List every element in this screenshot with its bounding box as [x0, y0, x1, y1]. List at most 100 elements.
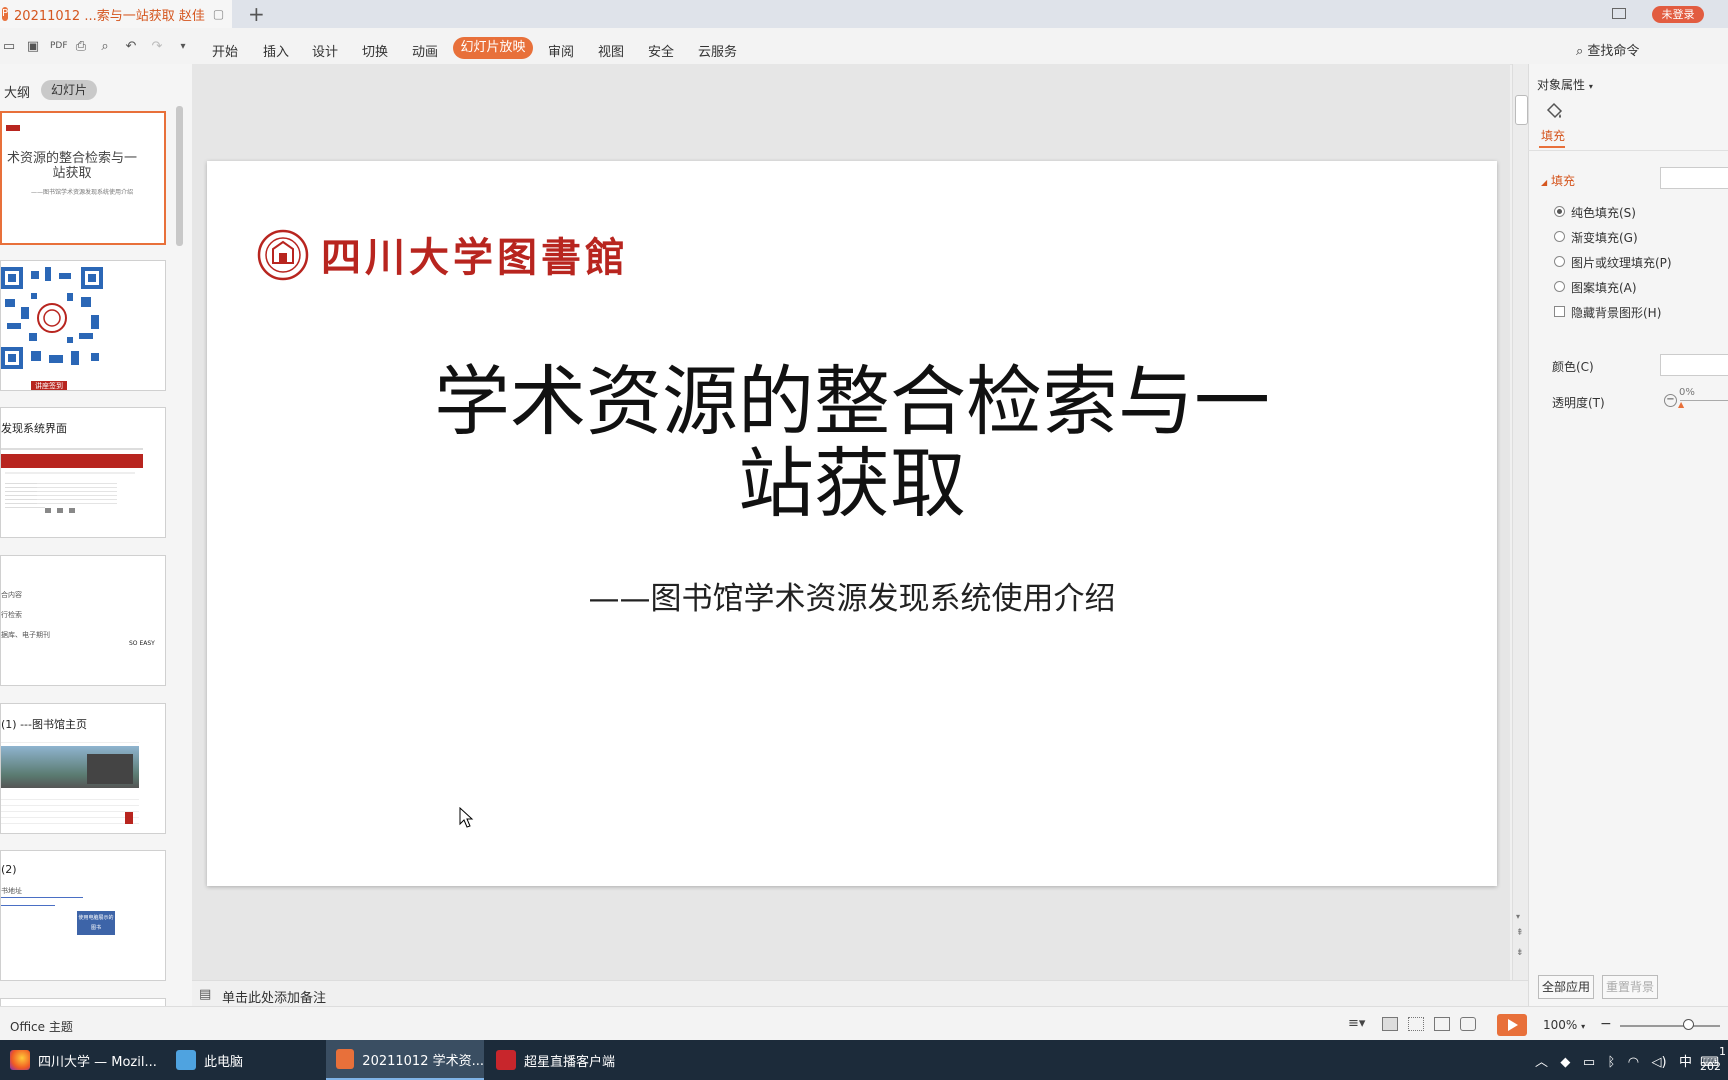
checkbox-hide-background[interactable] [1554, 306, 1565, 317]
menu-bar [0, 28, 1728, 65]
new-tab-plus-icon[interactable]: + [248, 2, 265, 26]
menu-slideshow[interactable]: 幻灯片放映 [453, 37, 533, 59]
scroll-down-icon[interactable]: ▾ [1516, 912, 1520, 921]
tab-present-icon[interactable]: ▢ [213, 7, 224, 21]
open-icon[interactable]: ▭ [2, 40, 16, 53]
document-tab[interactable]: P 20211012 ...索与一站获取 赵佳 ▢ [0, 0, 232, 28]
slide-title[interactable]: 学术资源的整合检索与一 站获取 [207, 361, 1497, 525]
fill-bucket-icon[interactable] [1544, 100, 1564, 120]
slide-thumbnail-4[interactable]: 合内容 行检索 据库、电子期刊 SO EASY [0, 555, 166, 686]
tray-expand-icon[interactable]: ︿ [1535, 1055, 1548, 1070]
taskbar-firefox[interactable]: 四川大学 — Mozil... [0, 1040, 166, 1080]
radio-picture-fill[interactable] [1554, 256, 1565, 267]
notes-pane[interactable] [192, 980, 1528, 1007]
thumb-title: (2) [1, 863, 17, 876]
menu-home[interactable]: 开始 [212, 41, 238, 60]
chevron-down-icon: ▾ [1588, 82, 1593, 91]
menu-insert[interactable]: 插入 [263, 41, 289, 60]
radio-solid-fill[interactable] [1554, 206, 1565, 217]
thumb-line: 书地址 [1, 887, 22, 895]
object-properties-header[interactable]: 对象属性 ▾ [1537, 76, 1593, 93]
zoom-out-icon[interactable]: − [1600, 1016, 1612, 1032]
reset-background-button[interactable]: 重置背景 [1602, 975, 1658, 999]
menu-design[interactable]: 设计 [312, 41, 338, 60]
transparency-slider[interactable] [1680, 400, 1728, 401]
menu-animation[interactable]: 动画 [412, 41, 438, 60]
tab-fill[interactable]: 填充 [1541, 127, 1565, 144]
slide-thumbnail-2[interactable]: 讲座签到 [0, 260, 166, 391]
undo-icon[interactable]: ↶ [124, 40, 138, 53]
battery-icon[interactable]: ▭ [1583, 1055, 1595, 1070]
slide-thumbnail-6[interactable]: (2) 书地址 使用电脑展示的图书 [0, 850, 166, 981]
slide-thumbnail-7[interactable] [0, 998, 166, 1006]
zoom-level[interactable]: 100% ▾ [1543, 1018, 1585, 1032]
network-icon[interactable]: ◠ [1628, 1055, 1639, 1070]
option-solid-fill[interactable]: 纯色填充(S) [1571, 204, 1636, 221]
taskbar-item-label: 20211012 学术资... [362, 1053, 484, 1069]
redo-icon[interactable]: ↷ [150, 40, 164, 53]
slide-thumbnail-1[interactable]: 术资源的整合检索与一站获取 ——图书馆学术资源发现系统使用介绍 [0, 111, 166, 245]
transparency-decrease-icon[interactable]: − [1664, 394, 1677, 407]
customize-arrow-icon[interactable]: ▾ [176, 40, 190, 53]
apply-all-button[interactable]: 全部应用 [1538, 975, 1594, 999]
play-slideshow-button[interactable] [1497, 1014, 1527, 1036]
menu-security[interactable]: 安全 [648, 41, 674, 60]
print-preview-icon[interactable]: ⌕ [98, 40, 112, 53]
slide-sorter-icon[interactable] [1408, 1017, 1424, 1031]
taskbar-presentation[interactable]: 20211012 学术资... [326, 1040, 484, 1080]
presenter-view-icon[interactable] [1460, 1017, 1476, 1031]
zoom-slider-knob[interactable] [1683, 1019, 1694, 1030]
zoom-slider[interactable] [1620, 1025, 1720, 1027]
color-picker[interactable] [1660, 354, 1728, 376]
thumb-button: 使用电脑展示的图书 [77, 911, 115, 935]
radio-pattern-fill[interactable] [1554, 281, 1565, 292]
pdf-icon[interactable]: PDF [50, 40, 68, 53]
slide-thumbnail-5[interactable]: (1) ---图书馆主页 [0, 703, 166, 834]
current-slide[interactable]: 四川大学图書館 学术资源的整合检索与一 站获取 ——图书馆学术资源发现系统使用介… [207, 161, 1497, 886]
slide-subtitle[interactable]: ——图书馆学术资源发现系统使用介绍 [207, 573, 1497, 618]
menu-cloud[interactable]: 云服务 [698, 41, 737, 60]
checkin-badge: 讲座签到 [31, 381, 67, 390]
find-command[interactable]: ⌕ 查找命令 [1576, 40, 1639, 59]
fill-dropdown[interactable] [1660, 167, 1728, 189]
thumbnail-scrollbar[interactable] [176, 106, 183, 246]
taskbar-this-pc[interactable]: 此电脑 [166, 1040, 322, 1080]
option-pattern-fill[interactable]: 图案填充(A) [1571, 279, 1637, 296]
ime-indicator[interactable]: 中 [1679, 1055, 1692, 1070]
volume-icon[interactable]: ◁) [1652, 1055, 1667, 1070]
transparency-slider-knob[interactable]: ▲ [1678, 400, 1684, 409]
tab-slides[interactable]: 幻灯片 [41, 80, 97, 100]
clock[interactable]: 1 202 [1700, 1044, 1726, 1074]
next-slide-icon[interactable]: ⇟ [1516, 948, 1524, 958]
reading-view-icon[interactable] [1434, 1017, 1450, 1031]
canvas-vertical-scrollbar[interactable] [1512, 64, 1529, 980]
fill-section-header[interactable]: ◢ 填充 [1541, 172, 1575, 189]
tab-outline[interactable]: 大纲 [4, 82, 30, 101]
slide-thumbnail-3[interactable]: 发现系统界面 [0, 407, 166, 538]
menu-review[interactable]: 审阅 [548, 41, 574, 60]
normal-view-icon[interactable] [1382, 1017, 1398, 1031]
login-button[interactable]: 未登录 [1652, 6, 1704, 23]
library-logo-text: 四川大学图書館 [321, 234, 629, 281]
thumb-dot [45, 508, 51, 513]
slide-title-line-1: 学术资源的整合检索与一 [434, 357, 1270, 446]
tray-app-icon[interactable]: ◆ [1560, 1055, 1570, 1070]
document-tab-title: 20211012 ...索与一站获取 赵佳 [14, 8, 205, 24]
option-hide-background[interactable]: 隐藏背景图形(H) [1571, 304, 1661, 321]
print-icon[interactable]: ⎙ [74, 40, 88, 53]
menu-transition[interactable]: 切换 [362, 41, 388, 60]
scrollbar-thumb[interactable] [1515, 95, 1528, 125]
option-picture-fill[interactable]: 图片或纹理填充(P) [1571, 254, 1672, 271]
option-gradient-fill[interactable]: 渐变填充(G) [1571, 229, 1638, 246]
window-layout-icon[interactable] [1612, 8, 1626, 19]
notes-placeholder[interactable]: 单击此处添加备注 [222, 987, 326, 1006]
notes-icon: ▤ [199, 987, 212, 1002]
bluetooth-icon[interactable]: ᛒ [1608, 1055, 1616, 1070]
notes-toggle-icon[interactable]: ≡▾ [1348, 1016, 1365, 1031]
radio-gradient-fill[interactable] [1554, 231, 1565, 242]
previous-slide-icon[interactable]: ⇞ [1516, 928, 1524, 938]
menu-view[interactable]: 视图 [598, 41, 624, 60]
thumb-title: 发现系统界面 [1, 422, 67, 435]
save-icon[interactable]: ▣ [26, 40, 40, 53]
taskbar-chaoxing-live[interactable]: 超星直播客户端 [486, 1040, 646, 1080]
